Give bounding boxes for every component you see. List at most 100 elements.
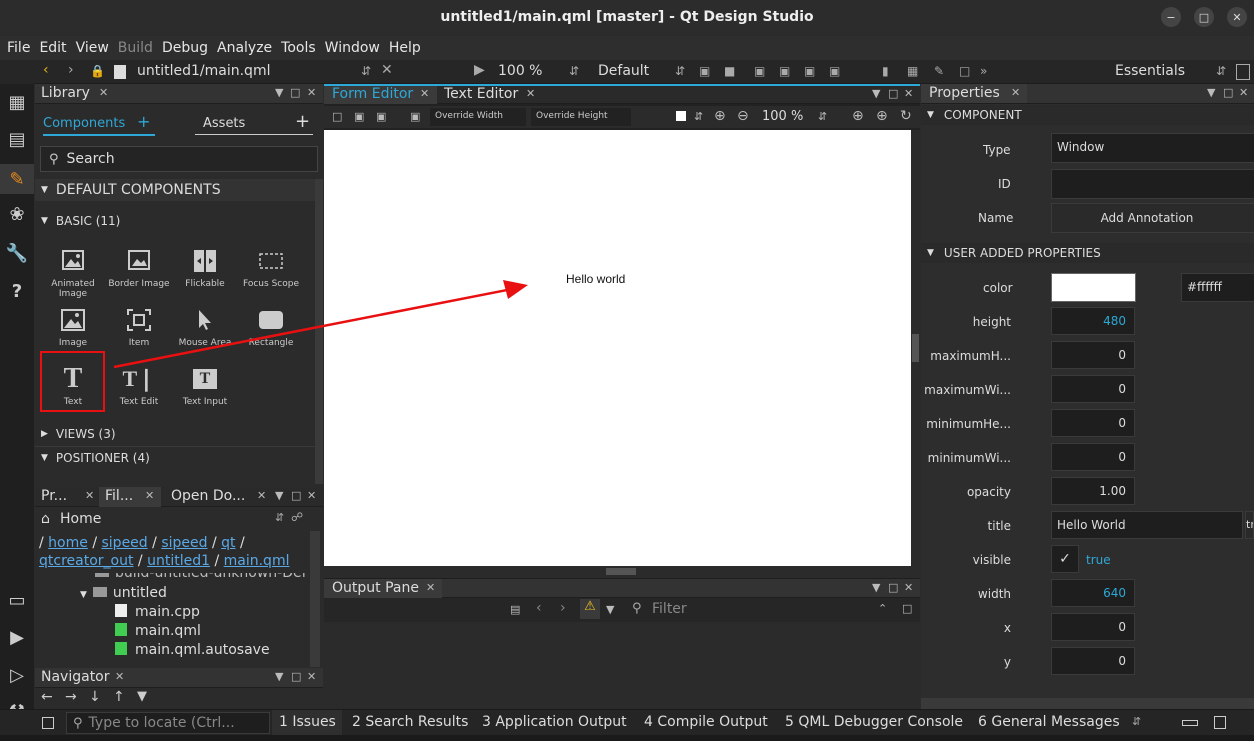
- group-icon[interactable]: ▣: [754, 64, 765, 78]
- style-select[interactable]: Default: [598, 63, 649, 79]
- library-close2-icon[interactable]: ✕: [307, 86, 316, 99]
- reset-view-icon[interactable]: ↻: [900, 108, 912, 124]
- crumb-sipeed[interactable]: sipeed: [102, 535, 148, 551]
- width-field[interactable]: 640: [1051, 579, 1135, 607]
- color-swatch[interactable]: [1051, 273, 1136, 302]
- play-icon[interactable]: ▶: [474, 62, 485, 78]
- tab-assets[interactable]: Assets: [203, 116, 245, 131]
- output-qml-debugger[interactable]: 5 QML Debugger Console: [785, 714, 963, 730]
- maxw-field[interactable]: 0: [1051, 375, 1135, 403]
- output-hide-icon[interactable]: □: [902, 602, 912, 615]
- debug-run-icon[interactable]: ▷: [4, 662, 30, 688]
- tree-item-autosave[interactable]: main.qml.autosave: [115, 642, 270, 658]
- output-general-messages[interactable]: 6 General Messages: [978, 714, 1120, 730]
- section-user-properties[interactable]: ▼ USER ADDED PROPERTIES: [921, 243, 1254, 263]
- projects-mode-icon[interactable]: 🔧: [4, 240, 30, 266]
- maximize-button[interactable]: □: [1194, 7, 1214, 27]
- tree-item-main-qml[interactable]: main.qml: [115, 623, 201, 639]
- crumb-sipeed2[interactable]: sipeed: [161, 535, 207, 551]
- editor-float-icon[interactable]: □: [888, 87, 898, 100]
- menu-analyze[interactable]: Analyze: [217, 40, 272, 56]
- tab-components[interactable]: Components: [43, 116, 125, 131]
- canvas-hscroll[interactable]: [324, 566, 920, 578]
- tab-files[interactable]: Fil...: [105, 488, 133, 504]
- nav-up-icon[interactable]: ↑: [113, 689, 125, 705]
- window-icon[interactable]: □: [959, 64, 970, 78]
- background-color-icon[interactable]: [676, 111, 686, 121]
- device-icon[interactable]: ▭: [4, 587, 30, 613]
- height-field[interactable]: 480: [1051, 307, 1135, 335]
- toolbar-zoom[interactable]: 100 %: [498, 63, 542, 79]
- crumb-untitled1[interactable]: untitled1: [147, 553, 210, 569]
- tab-open-docs[interactable]: Open Do...: [171, 488, 245, 504]
- crumb-qtcreator-out[interactable]: qtcreator_out: [39, 553, 133, 569]
- section-default[interactable]: ▼ DEFAULT COMPONENTS: [35, 179, 315, 201]
- section-positioner[interactable]: ▼ POSITIONER (4): [35, 446, 315, 468]
- menu-window[interactable]: Window: [325, 40, 380, 56]
- output-issues[interactable]: 1 Issues: [279, 714, 336, 730]
- files-close2-icon[interactable]: ✕: [307, 489, 316, 502]
- navigator-close-icon[interactable]: ✕: [115, 670, 124, 683]
- welcome-mode-icon[interactable]: ▦: [4, 89, 30, 115]
- menu-edit[interactable]: Edit: [39, 40, 66, 56]
- toolbar-panel-icon[interactable]: [1236, 64, 1250, 80]
- color-hex-field[interactable]: #ffffff: [1181, 273, 1254, 302]
- location-spin-icon[interactable]: ⇵: [275, 511, 284, 524]
- output-next-icon[interactable]: ›: [560, 600, 566, 616]
- component-mouse-area[interactable]: Mouse Area: [172, 303, 238, 361]
- design-canvas[interactable]: Hello world: [324, 130, 911, 566]
- library-close-icon[interactable]: ✕: [99, 86, 108, 99]
- columns-icon[interactable]: ▮: [882, 64, 889, 78]
- navigator-menu-icon[interactable]: ▼: [275, 670, 283, 683]
- output-float-icon[interactable]: □: [888, 581, 898, 594]
- library-scrollbar[interactable]: [315, 179, 323, 484]
- sidebar-toggle-icon[interactable]: [42, 717, 54, 729]
- forward-icon[interactable]: ›: [68, 62, 74, 78]
- close-file-icon[interactable]: ✕: [381, 62, 393, 78]
- section-component[interactable]: ▼ COMPONENT: [921, 105, 1254, 125]
- select3-icon[interactable]: ▣: [376, 110, 386, 123]
- minimize-button[interactable]: −: [1161, 7, 1181, 27]
- menu-view[interactable]: View: [76, 40, 109, 56]
- layout2-icon[interactable]: ▣: [804, 64, 815, 78]
- component-item[interactable]: Item: [106, 303, 172, 361]
- tree-item-build[interactable]: build-untitled-unknown-Def: [95, 573, 307, 581]
- open-docs-close-icon[interactable]: ✕: [257, 489, 266, 502]
- debug-mode-icon[interactable]: ❀: [4, 201, 30, 227]
- navigator-close2-icon[interactable]: ✕: [307, 670, 316, 683]
- add-component-icon[interactable]: +: [137, 112, 150, 131]
- output-search-results[interactable]: 2 Search Results: [352, 714, 468, 730]
- visible-checkbox[interactable]: ✓: [1051, 545, 1079, 573]
- properties-menu-icon[interactable]: ▼: [1207, 86, 1215, 99]
- translate-button[interactable]: tr: [1245, 511, 1254, 539]
- layout-icon[interactable]: ▣: [779, 64, 790, 78]
- canvas-hello-text[interactable]: Hello world: [566, 272, 625, 286]
- output-close2-icon[interactable]: ✕: [904, 581, 913, 594]
- output-filter-icon[interactable]: ▼: [606, 603, 614, 616]
- crumb-qt[interactable]: qt: [221, 535, 235, 551]
- minh-field[interactable]: 0: [1051, 409, 1135, 437]
- files-float-icon[interactable]: □: [291, 489, 301, 502]
- help-mode-icon[interactable]: ?: [4, 278, 30, 304]
- crumb-main-qml[interactable]: main.qml: [224, 553, 290, 569]
- zoom-spin-icon[interactable]: ⇵: [569, 64, 579, 78]
- more-icon[interactable]: »: [980, 64, 987, 78]
- canvas-vscroll[interactable]: [911, 130, 920, 566]
- link-icon[interactable]: ☍: [291, 510, 303, 524]
- projects-close-icon[interactable]: ✕: [85, 489, 94, 502]
- component-focus-scope[interactable]: Focus Scope: [238, 244, 304, 302]
- library-menu-icon[interactable]: ▼: [275, 86, 283, 99]
- component-border-image[interactable]: Border Image: [106, 244, 172, 302]
- files-scrollbar[interactable]: [310, 531, 320, 667]
- minw-field[interactable]: 0: [1051, 443, 1135, 471]
- search-input[interactable]: Search: [67, 151, 115, 167]
- maxh-field[interactable]: 0: [1051, 341, 1135, 369]
- text-editor-close-icon[interactable]: ✕: [526, 87, 535, 100]
- nav-down-icon[interactable]: ↓: [89, 689, 101, 705]
- close-window-button[interactable]: ✕: [1227, 7, 1247, 27]
- component-text-edit[interactable]: T❘ Text Edit: [106, 362, 172, 420]
- navigator-float-icon[interactable]: □: [291, 670, 301, 683]
- tree-item-main-cpp[interactable]: main.cpp: [115, 604, 200, 620]
- menu-file[interactable]: File: [7, 40, 30, 56]
- output-compile[interactable]: 4 Compile Output: [644, 714, 768, 730]
